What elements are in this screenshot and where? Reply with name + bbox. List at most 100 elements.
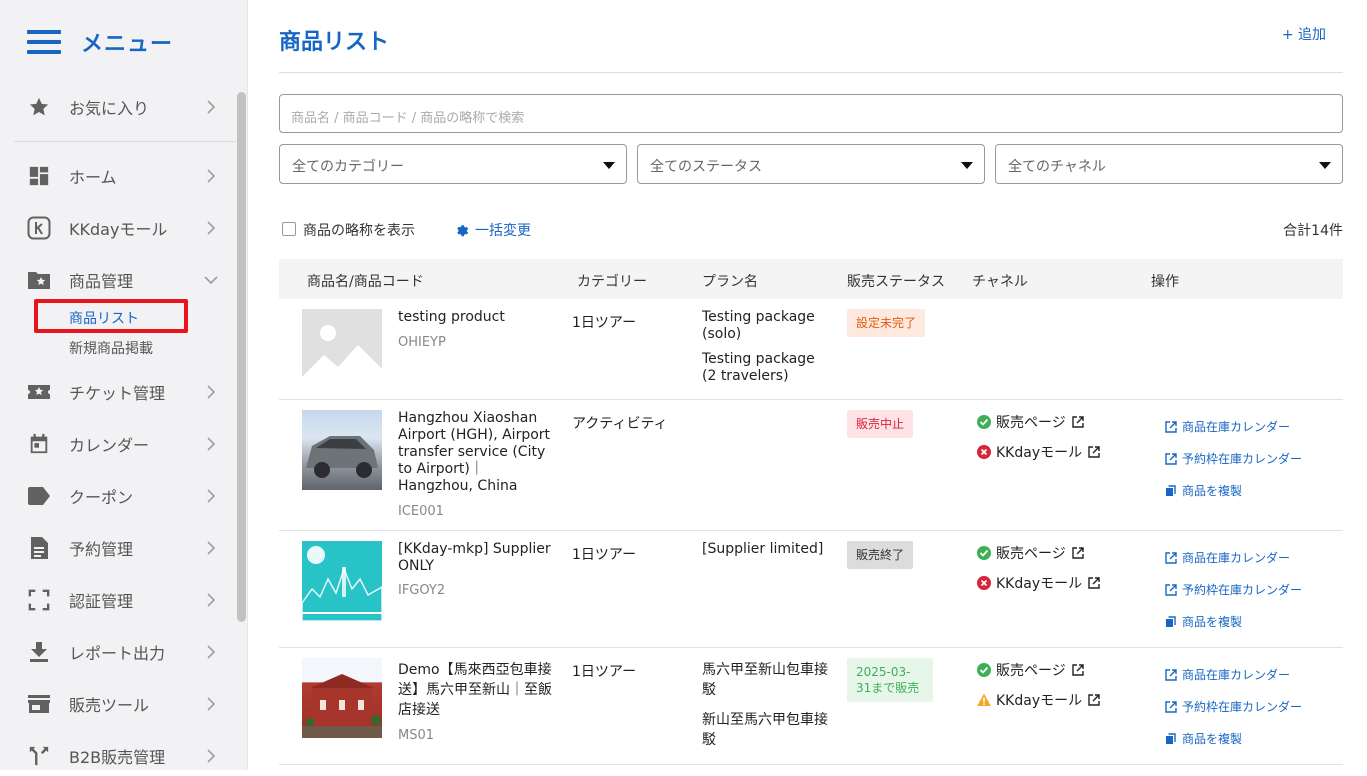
sidebar-item-label: レポート出力 xyxy=(69,644,166,663)
duplicate-product-link[interactable]: 商品を複製 xyxy=(1165,482,1242,499)
product-image-illustration xyxy=(302,541,382,621)
external-link-icon xyxy=(1165,700,1177,713)
channel-label: 販売ページ xyxy=(996,546,1066,562)
chevron-right-icon xyxy=(207,645,216,659)
caret-down-icon xyxy=(603,162,615,169)
copy-icon xyxy=(1166,615,1176,627)
sidebar-item-coupon[interactable]: クーポン xyxy=(0,476,236,516)
sidebar-scrollbar[interactable] xyxy=(237,92,246,622)
sidebar-item-sales-tools[interactable]: 販売ツール xyxy=(0,684,236,724)
sidebar-item-label: 商品管理 xyxy=(69,272,134,291)
channel-item: 販売ページ xyxy=(977,412,1084,432)
product-code: ICE001 xyxy=(398,504,444,519)
external-link-icon[interactable] xyxy=(1088,446,1100,458)
main-content: 商品リスト + 追加 商品名 / 商品コード / 商品の略称で検索 全てのカテゴ… xyxy=(279,0,1343,770)
check-circle-icon xyxy=(977,415,991,429)
product-name[interactable]: Demo【馬來西亞包車接送】馬六甲至新山｜至飯店接送 xyxy=(398,660,558,720)
product-name[interactable]: Hangzhou Xiaoshan Airport (HGH), Airport… xyxy=(398,410,558,495)
slot-calendar-link[interactable]: 予約枠在庫カレンダー xyxy=(1165,450,1302,467)
caret-down-icon xyxy=(1319,162,1331,169)
external-link-icon[interactable] xyxy=(1072,416,1084,428)
product-name[interactable]: [KKday-mkp] Supplier ONLY xyxy=(398,541,558,575)
duplicate-product-link[interactable]: 商品を複製 xyxy=(1165,730,1242,747)
product-calendar-link[interactable]: 商品在庫カレンダー xyxy=(1165,549,1290,566)
status-badge: 設定未完了 xyxy=(847,309,926,337)
sidebar-subitem-new-product[interactable]: 新規商品掲載 xyxy=(69,338,153,358)
sidebar-item-calendar[interactable]: カレンダー xyxy=(0,424,236,464)
calendar-icon xyxy=(27,432,51,456)
title-divider xyxy=(279,72,1343,73)
check-circle-icon xyxy=(977,546,991,560)
external-link-icon xyxy=(1165,668,1177,681)
sidebar-item-ticket[interactable]: チケット管理 xyxy=(0,372,236,412)
channel-label: 販売ページ xyxy=(996,663,1066,679)
category-select[interactable]: 全てのカテゴリー xyxy=(279,144,627,184)
column-header-plan: プラン名 xyxy=(702,274,758,290)
op-label: 予約枠在庫カレンダー xyxy=(1182,700,1303,714)
total-count: 合計14件 xyxy=(1283,223,1343,239)
chevron-right-icon xyxy=(207,593,216,607)
plan-name: 馬六甲至新山包車接駁 xyxy=(702,662,828,698)
channel-select-value: 全てのチャネル xyxy=(1008,159,1106,175)
row-divider xyxy=(279,399,1343,400)
status-select[interactable]: 全てのステータス xyxy=(637,144,985,184)
sidebar-item-report[interactable]: レポート出力 xyxy=(0,632,236,672)
category-select-value: 全てのカテゴリー xyxy=(292,159,404,175)
op-label: 商品在庫カレンダー xyxy=(1182,668,1291,682)
menu-header[interactable]: メニュー xyxy=(27,26,173,58)
sidebar-item-home[interactable]: ホーム xyxy=(0,156,236,196)
sidebar-item-label: 販売ツール xyxy=(69,696,150,715)
sidebar-item-label: 予約管理 xyxy=(69,540,134,559)
sidebar-item-verification[interactable]: 認証管理 xyxy=(0,580,236,620)
external-link-icon[interactable] xyxy=(1072,547,1084,559)
sidebar-item-favorites[interactable]: お気に入り xyxy=(0,87,236,127)
chevron-right-icon xyxy=(207,385,216,399)
external-link-icon[interactable] xyxy=(1088,577,1100,589)
sidebar-item-label: カレンダー xyxy=(69,436,150,455)
status-badge: 販売中止 xyxy=(847,410,914,438)
product-category: 1日ツアー xyxy=(572,547,637,563)
external-link-icon[interactable] xyxy=(1088,694,1100,706)
slot-calendar-link[interactable]: 予約枠在庫カレンダー xyxy=(1165,581,1302,598)
product-name[interactable]: testing product xyxy=(398,309,558,326)
op-label: 商品を複製 xyxy=(1182,615,1243,629)
op-label: 予約枠在庫カレンダー xyxy=(1182,452,1303,466)
channel-select[interactable]: 全てのチャネル xyxy=(995,144,1343,184)
duplicate-product-link[interactable]: 商品を複製 xyxy=(1165,613,1242,630)
show-abbr-checkbox[interactable] xyxy=(282,222,296,236)
row-divider xyxy=(279,764,1343,765)
row-divider xyxy=(279,530,1343,531)
external-link-icon[interactable] xyxy=(1072,664,1084,676)
show-abbr-label: 商品の略称を表示 xyxy=(303,223,415,239)
download-icon xyxy=(27,640,51,664)
product-code: MS01 xyxy=(398,728,435,743)
channel-label: KKdayモール xyxy=(996,445,1083,461)
slot-calendar-link[interactable]: 予約枠在庫カレンダー xyxy=(1165,698,1302,715)
channel-label: KKdayモール xyxy=(996,693,1083,709)
store-icon xyxy=(27,692,51,716)
tag-icon xyxy=(27,484,51,508)
page-title: 商品リスト xyxy=(279,30,390,55)
error-circle-icon xyxy=(977,445,991,459)
column-header-category: カテゴリー xyxy=(577,274,647,290)
bulk-edit-button[interactable]: 一括変更 xyxy=(455,220,531,240)
product-image-car xyxy=(302,410,382,490)
search-input[interactable]: 商品名 / 商品コード / 商品の略称で検索 xyxy=(279,94,1343,133)
sidebar-item-label: クーポン xyxy=(69,488,134,507)
hamburger-icon[interactable] xyxy=(27,30,61,54)
scan-icon xyxy=(27,588,51,612)
product-image-building xyxy=(302,658,382,738)
external-link-icon xyxy=(1165,452,1177,465)
placeholder-image xyxy=(302,309,382,389)
add-button[interactable]: + 追加 xyxy=(1282,24,1326,44)
sidebar-item-product-management[interactable]: 商品管理 xyxy=(0,260,236,300)
product-calendar-link[interactable]: 商品在庫カレンダー xyxy=(1165,666,1290,683)
sidebar-item-b2b[interactable]: B2B販売管理 xyxy=(0,736,236,776)
sidebar-item-booking[interactable]: 予約管理 xyxy=(0,528,236,568)
sidebar-divider xyxy=(14,141,236,142)
plan-name: [Supplier limited] xyxy=(702,541,824,557)
table-header: 商品名/商品コード カテゴリー プラン名 販売ステータス チャネル 操作 xyxy=(279,259,1343,299)
product-calendar-link[interactable]: 商品在庫カレンダー xyxy=(1165,418,1290,435)
sidebar-item-kkday-mall[interactable]: KKdayモール xyxy=(0,208,236,248)
column-header-status: 販売ステータス xyxy=(847,274,945,290)
